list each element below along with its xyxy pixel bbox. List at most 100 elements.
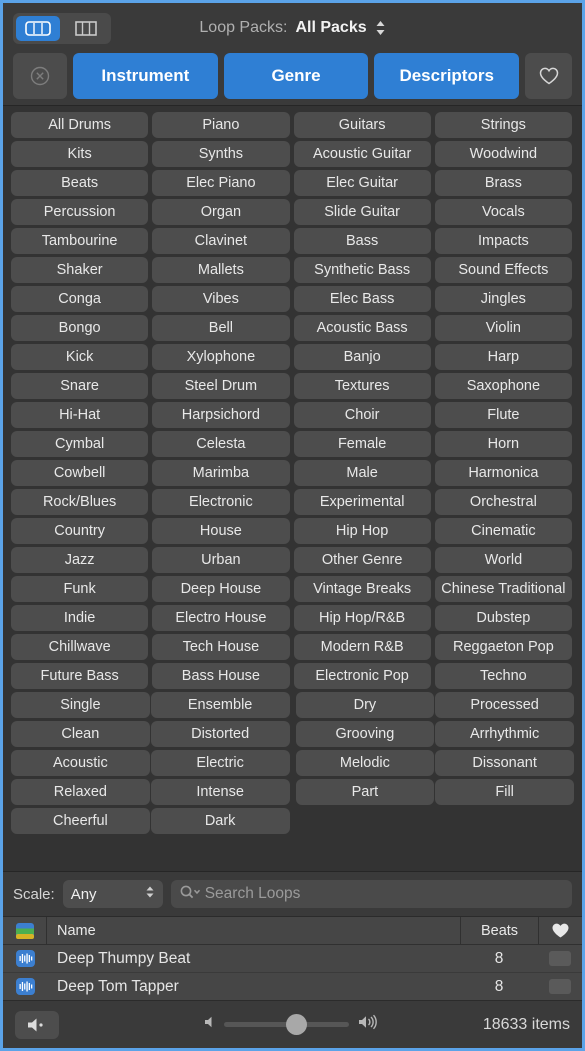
tag-button[interactable]: Jazz bbox=[11, 547, 149, 573]
category-button-descriptors[interactable]: Descriptors bbox=[374, 53, 520, 99]
tag-button[interactable]: Funk bbox=[11, 576, 149, 602]
tag-button[interactable]: Guitars bbox=[293, 112, 431, 138]
tag-button[interactable]: Brass bbox=[434, 170, 572, 196]
tag-button[interactable]: Dry bbox=[295, 692, 435, 718]
clear-filters-button[interactable] bbox=[13, 53, 67, 99]
tag-button[interactable]: Modern R&B bbox=[293, 634, 431, 660]
tag-button[interactable]: Dissonant bbox=[435, 750, 574, 776]
tag-button[interactable]: Hip Hop bbox=[293, 518, 431, 544]
tag-button[interactable]: Piano bbox=[152, 112, 290, 138]
tag-button[interactable]: Single bbox=[11, 692, 150, 718]
tag-button[interactable]: Acoustic Bass bbox=[293, 315, 431, 341]
tag-button[interactable]: Dark bbox=[150, 808, 290, 834]
table-row[interactable]: Deep Tom Tapper 8 bbox=[3, 973, 582, 1000]
tag-button[interactable]: Elec Guitar bbox=[293, 170, 431, 196]
tag-button[interactable]: Melodic bbox=[295, 750, 435, 776]
tag-button[interactable]: Beats bbox=[11, 170, 149, 196]
scale-select[interactable]: Any bbox=[62, 880, 163, 908]
tag-button[interactable]: All Drums bbox=[11, 112, 149, 138]
tag-button[interactable]: Harp bbox=[434, 344, 572, 370]
tag-button[interactable]: Vintage Breaks bbox=[293, 576, 431, 602]
tag-button[interactable]: Kits bbox=[11, 141, 149, 167]
tag-button[interactable]: Tambourine bbox=[11, 228, 149, 254]
tag-button[interactable]: Horn bbox=[434, 431, 572, 457]
tag-button[interactable]: Harmonica bbox=[434, 460, 572, 486]
column-header-name[interactable]: Name bbox=[47, 923, 460, 939]
tag-button[interactable]: Mallets bbox=[152, 257, 290, 283]
tag-button[interactable]: Bongo bbox=[11, 315, 149, 341]
tag-button[interactable]: Acoustic bbox=[11, 750, 150, 776]
tag-button[interactable]: Synthetic Bass bbox=[293, 257, 431, 283]
tag-button[interactable]: Jingles bbox=[434, 286, 572, 312]
tag-button[interactable]: Processed bbox=[435, 692, 574, 718]
tag-button[interactable]: Bass House bbox=[152, 663, 290, 689]
column-view-button[interactable] bbox=[64, 16, 108, 41]
tag-button[interactable]: Electric bbox=[150, 750, 290, 776]
tag-button[interactable]: Experimental bbox=[293, 489, 431, 515]
tag-button[interactable]: Woodwind bbox=[434, 141, 572, 167]
tag-button[interactable]: Shaker bbox=[11, 257, 149, 283]
tag-button[interactable]: Electronic bbox=[152, 489, 290, 515]
tag-button[interactable]: Marimba bbox=[152, 460, 290, 486]
tag-button[interactable]: Banjo bbox=[293, 344, 431, 370]
search-icon[interactable] bbox=[179, 884, 201, 905]
column-header-beats[interactable]: Beats bbox=[460, 917, 538, 945]
tag-button[interactable]: Elec Bass bbox=[293, 286, 431, 312]
tag-button[interactable]: Xylophone bbox=[152, 344, 290, 370]
tag-button[interactable]: Techno bbox=[434, 663, 572, 689]
tag-button[interactable]: Distorted bbox=[150, 721, 290, 747]
tag-button[interactable]: Saxophone bbox=[434, 373, 572, 399]
tag-button[interactable]: Vocals bbox=[434, 199, 572, 225]
tag-button[interactable]: Rock/Blues bbox=[11, 489, 149, 515]
tag-button[interactable]: Cinematic bbox=[434, 518, 572, 544]
tag-button[interactable]: Vibes bbox=[152, 286, 290, 312]
tag-button[interactable]: Flute bbox=[434, 402, 572, 428]
tag-button[interactable]: Synths bbox=[152, 141, 290, 167]
loop-packs-value[interactable]: All Packs bbox=[295, 19, 366, 37]
tag-button[interactable]: Violin bbox=[434, 315, 572, 341]
tag-button[interactable]: Chillwave bbox=[11, 634, 149, 660]
tag-button[interactable]: Other Genre bbox=[293, 547, 431, 573]
tag-button[interactable]: Clean bbox=[11, 721, 150, 747]
tag-button[interactable]: Deep House bbox=[152, 576, 290, 602]
tag-button[interactable]: Sound Effects bbox=[434, 257, 572, 283]
category-button-instrument[interactable]: Instrument bbox=[73, 53, 218, 99]
volume-slider-knob[interactable] bbox=[286, 1014, 307, 1035]
tag-button[interactable]: Bass bbox=[293, 228, 431, 254]
favorite-toggle[interactable] bbox=[538, 951, 582, 966]
tag-button[interactable]: Cheerful bbox=[11, 808, 150, 834]
tag-button[interactable]: Elec Piano bbox=[152, 170, 290, 196]
tag-button[interactable]: Cowbell bbox=[11, 460, 149, 486]
tag-button[interactable]: Part bbox=[295, 779, 435, 805]
tag-button[interactable]: Electro House bbox=[152, 605, 290, 631]
tag-button[interactable]: Chinese Traditional bbox=[434, 576, 572, 602]
tag-button[interactable]: Hi-Hat bbox=[11, 402, 149, 428]
favorite-toggle[interactable] bbox=[538, 979, 582, 994]
tag-button[interactable]: Textures bbox=[293, 373, 431, 399]
tag-button[interactable]: Electronic Pop bbox=[293, 663, 431, 689]
tag-button[interactable]: Celesta bbox=[152, 431, 290, 457]
tag-button[interactable]: Fill bbox=[435, 779, 574, 805]
tag-button[interactable]: Relaxed bbox=[11, 779, 150, 805]
chevron-up-down-icon[interactable] bbox=[375, 20, 386, 36]
tag-button[interactable]: Urban bbox=[152, 547, 290, 573]
tag-button[interactable]: Future Bass bbox=[11, 663, 149, 689]
tag-button[interactable]: World bbox=[434, 547, 572, 573]
tag-button[interactable]: Steel Drum bbox=[152, 373, 290, 399]
tag-button[interactable]: Slide Guitar bbox=[293, 199, 431, 225]
tag-button[interactable]: Dubstep bbox=[434, 605, 572, 631]
tag-button[interactable]: Indie bbox=[11, 605, 149, 631]
tag-button[interactable]: Tech House bbox=[152, 634, 290, 660]
tag-button[interactable]: Bell bbox=[152, 315, 290, 341]
mute-button[interactable] bbox=[15, 1010, 59, 1039]
tag-button[interactable]: Female bbox=[293, 431, 431, 457]
tag-button[interactable]: Clavinet bbox=[152, 228, 290, 254]
tag-button[interactable]: Acoustic Guitar bbox=[293, 141, 431, 167]
tag-button[interactable]: Reggaeton Pop bbox=[434, 634, 572, 660]
volume-slider[interactable] bbox=[224, 1014, 349, 1035]
tag-button[interactable]: Conga bbox=[11, 286, 149, 312]
tag-button[interactable]: Snare bbox=[11, 373, 149, 399]
tag-button[interactable]: Kick bbox=[11, 344, 149, 370]
tag-button[interactable]: Arrhythmic bbox=[435, 721, 574, 747]
list-view-button[interactable] bbox=[16, 15, 60, 41]
